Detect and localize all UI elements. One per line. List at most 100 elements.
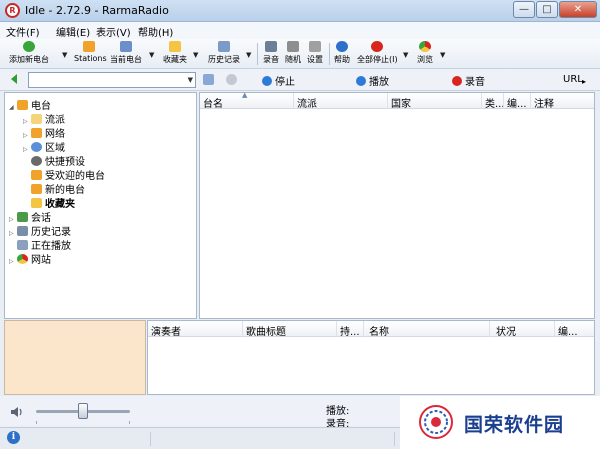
tree-item-new[interactable]: 新的电台	[23, 181, 85, 196]
column-divider[interactable]	[336, 321, 337, 337]
tree-item-history[interactable]: ▷ 历史记录	[9, 223, 71, 238]
menu-edit[interactable]: 编辑(E)	[56, 24, 90, 39]
stop-all-icon	[371, 41, 383, 52]
radio-icon	[120, 41, 132, 52]
expand-icon[interactable]: ▷	[9, 216, 17, 223]
tree-item-favorites[interactable]: 收藏夹	[23, 195, 75, 210]
menu-help[interactable]: 帮助(H)	[138, 24, 173, 39]
column-divider[interactable]	[481, 93, 482, 109]
speaker-icon[interactable]	[10, 406, 24, 418]
column-name[interactable]: 台名	[203, 95, 223, 110]
stop-all-button[interactable]: 全部停止(I)	[357, 41, 398, 67]
browse-dropdown[interactable]: ▼	[440, 51, 445, 59]
tree-item-stations[interactable]: ◢ 电台	[9, 97, 51, 112]
close-button[interactable]: ✕	[559, 1, 597, 18]
settings-button[interactable]: 设置	[306, 41, 324, 67]
column-title[interactable]: 名称	[369, 323, 389, 338]
watermark: 国荣软件园	[400, 396, 600, 449]
history-dropdown[interactable]: ▼	[246, 51, 251, 59]
category-tree[interactable]: ◢ 电台 ▷ 流派 ▷ 网络 ▷ 区域 快捷预设 受欢迎的电台 新的电台 收藏夹 ▷ 会话…	[4, 92, 197, 319]
stop-label: 停止	[275, 77, 295, 88]
add-station-label: 添加新电台	[9, 55, 49, 64]
current-station-button[interactable]: 当前电台	[110, 41, 142, 67]
tree-item-regions[interactable]: ▷ 区域	[23, 139, 65, 154]
column-divider[interactable]	[503, 93, 504, 109]
back-arrow-icon[interactable]	[11, 74, 17, 84]
browse-button[interactable]: 浏览	[415, 41, 435, 67]
stop-button[interactable]: 停止	[262, 73, 295, 88]
chevron-down-icon[interactable]: ▼	[188, 76, 193, 84]
info-icon[interactable]: i	[7, 431, 20, 444]
expand-icon[interactable]: ▷	[9, 230, 17, 237]
watermark-globe-logo	[419, 405, 453, 439]
column-divider[interactable]	[242, 321, 243, 337]
favorites-button[interactable]: 收藏夹	[162, 41, 188, 67]
history-button[interactable]: 历史记录	[207, 41, 241, 67]
url-label[interactable]: URL	[563, 74, 583, 85]
station-list[interactable]: ▲ 台名 流派 国家 类... 编... 注释	[199, 91, 595, 319]
random-button[interactable]: 随机	[284, 41, 302, 67]
collapse-icon[interactable]: ◢	[9, 104, 17, 111]
column-artist[interactable]: 演奏者	[151, 323, 181, 338]
history-label: 历史记录	[208, 55, 240, 64]
stations-folder-icon	[17, 100, 28, 110]
tree-item-sessions[interactable]: ▷ 会话	[9, 209, 51, 224]
expand-icon[interactable]: ▷	[23, 146, 31, 153]
gear-icon[interactable]	[226, 74, 237, 85]
column-divider[interactable]	[554, 321, 555, 337]
stop-all-dropdown[interactable]: ▼	[403, 51, 408, 59]
expand-icon[interactable]: ▷	[23, 118, 31, 125]
play-button[interactable]: 播放	[356, 73, 389, 88]
tree-item-label: 网站	[31, 255, 51, 266]
column-divider[interactable]	[293, 93, 294, 109]
volume-slider-thumb[interactable]	[78, 403, 88, 419]
url-arrow-icon[interactable]: ▸	[582, 77, 586, 86]
stations-button[interactable]: Stations	[74, 41, 107, 67]
tree-item-popular[interactable]: 受欢迎的电台	[23, 167, 105, 182]
add-station-dropdown[interactable]: ▼	[62, 51, 67, 59]
volume-ticks	[36, 421, 130, 424]
tree-item-websites[interactable]: ▷ 网站	[9, 251, 51, 266]
window-title: Idle - 2.72.9 - RarmaRadio	[25, 4, 169, 17]
column-type[interactable]: 类...	[485, 95, 505, 110]
record-action-button[interactable]: 录音	[452, 73, 485, 88]
new-station-icon	[31, 184, 42, 194]
expand-icon[interactable]: ▷	[9, 258, 17, 265]
expand-icon[interactable]: ▷	[23, 132, 31, 139]
column-song-title[interactable]: 歌曲标题	[246, 323, 286, 338]
tree-item-genres[interactable]: ▷ 流派	[23, 111, 65, 126]
column-encoding[interactable]: 编...	[558, 323, 578, 338]
column-encoding[interactable]: 编...	[507, 95, 527, 110]
column-country[interactable]: 国家	[391, 95, 411, 110]
tree-item-now-playing[interactable]: 正在播放	[9, 237, 71, 252]
current-station-dropdown[interactable]: ▼	[149, 51, 154, 59]
plus-icon	[23, 41, 35, 52]
menu-view[interactable]: 表示(V)	[96, 24, 131, 39]
record-button[interactable]: 录音	[262, 41, 280, 67]
column-divider[interactable]	[530, 93, 531, 109]
stop-all-label: 全部停止(I)	[357, 55, 398, 64]
record-dot-icon	[452, 76, 462, 86]
station-combo[interactable]: ▼	[28, 72, 196, 88]
wrench-icon	[309, 41, 321, 52]
column-divider[interactable]	[489, 321, 490, 337]
column-comment[interactable]: 注释	[534, 95, 554, 110]
minimize-button[interactable]: —	[513, 1, 535, 18]
tree-item-presets[interactable]: 快捷预设	[23, 153, 85, 168]
help-icon	[336, 41, 348, 52]
column-duration[interactable]: 持...	[340, 323, 360, 338]
browse-label: 浏览	[417, 55, 433, 64]
track-list[interactable]: 演奏者 歌曲标题 持... 名称 状况 编...	[147, 320, 595, 395]
column-divider[interactable]	[363, 321, 364, 337]
title-bar: R Idle - 2.72.9 - RarmaRadio — □ ✕	[0, 0, 600, 22]
help-button[interactable]: 帮助	[333, 41, 351, 67]
favorites-dropdown[interactable]: ▼	[193, 51, 198, 59]
menu-file[interactable]: 文件(F)	[6, 24, 40, 39]
column-genre[interactable]: 流派	[297, 95, 317, 110]
add-station-button[interactable]: 添加新电台	[6, 41, 52, 67]
maximize-button[interactable]: □	[536, 1, 558, 18]
list-icon[interactable]	[203, 74, 214, 85]
column-status[interactable]: 状况	[496, 323, 516, 338]
column-divider[interactable]	[387, 93, 388, 109]
tree-item-networks[interactable]: ▷ 网络	[23, 125, 65, 140]
